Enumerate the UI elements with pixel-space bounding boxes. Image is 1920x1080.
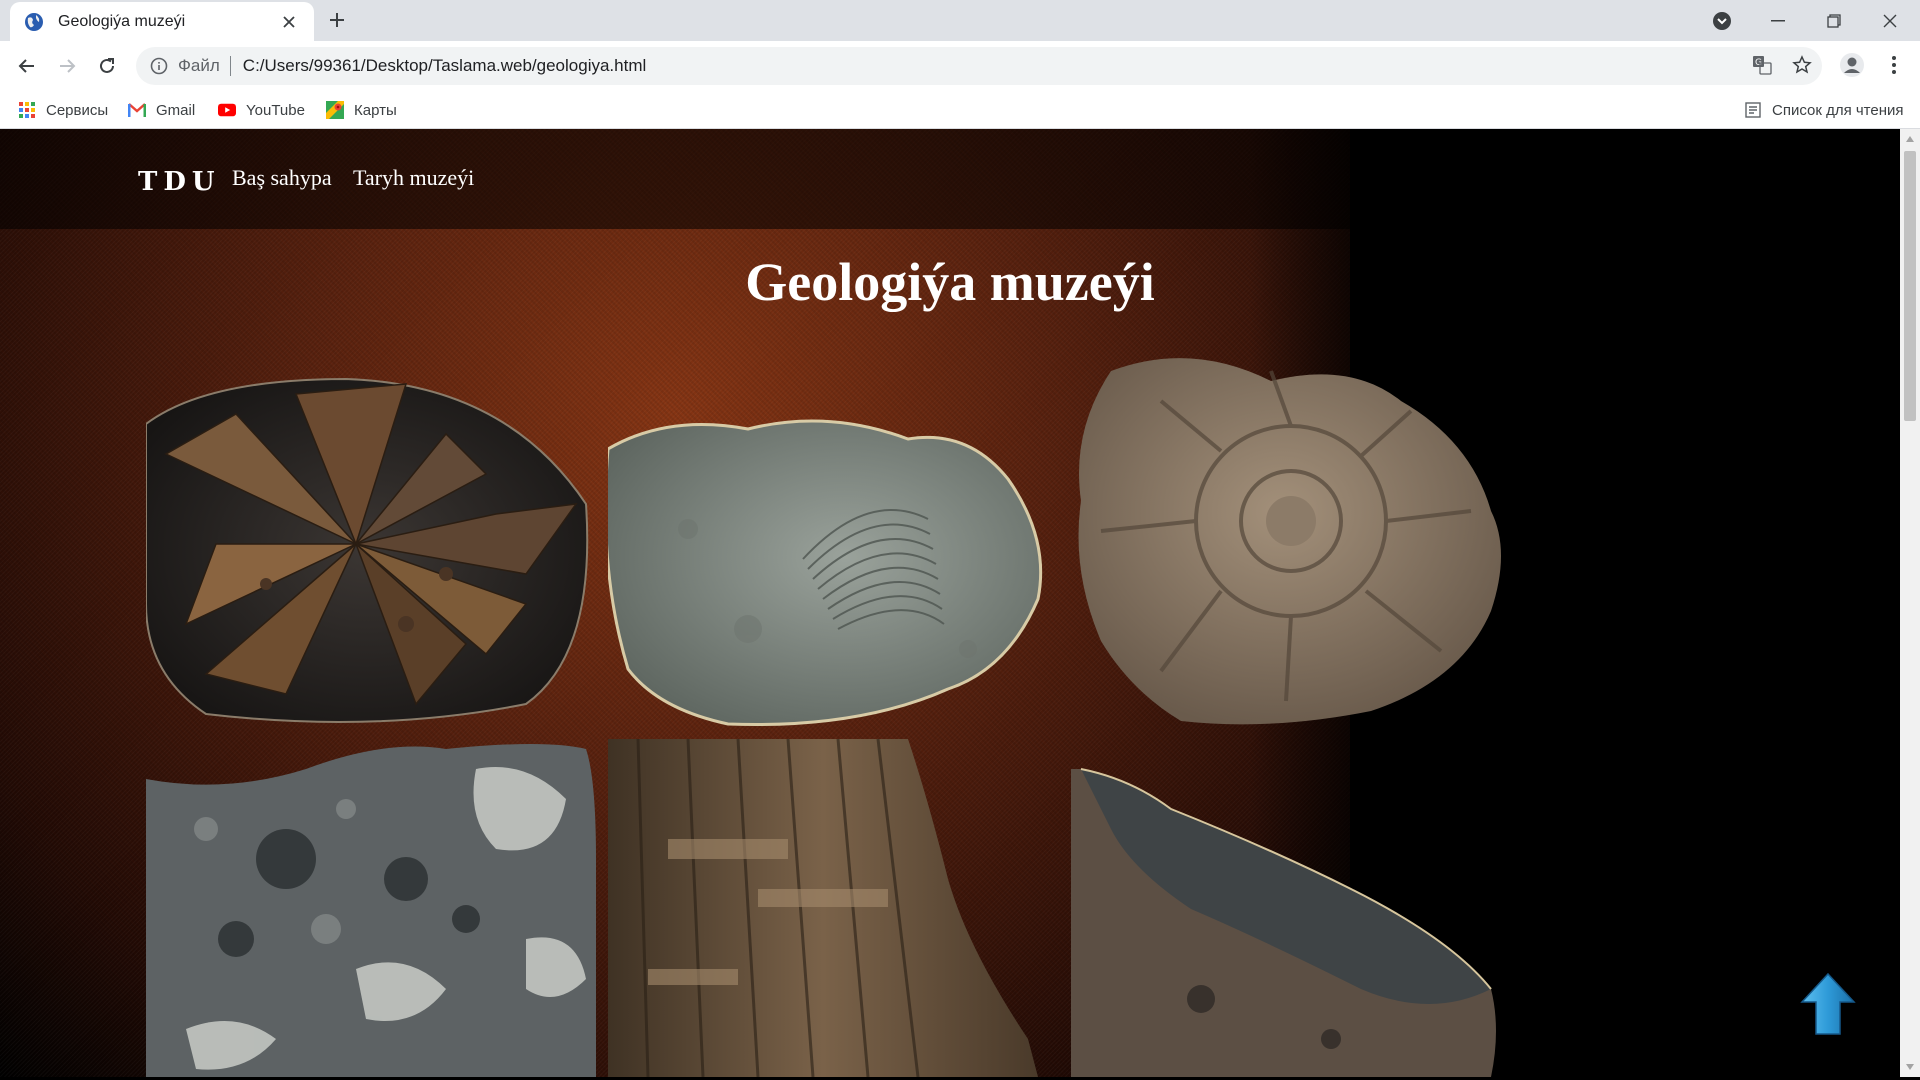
bookmark-label: Сервисы — [46, 101, 109, 119]
tab-strip: Geologiýa muzeýi — [0, 0, 1920, 41]
page-scrollbar[interactable] — [1900, 129, 1920, 1077]
translate-icon[interactable]: G — [1748, 51, 1776, 79]
info-icon[interactable] — [150, 57, 168, 75]
close-window-icon[interactable] — [1862, 0, 1918, 41]
menu-kebab-icon[interactable] — [1880, 51, 1908, 79]
gmail-icon — [128, 101, 146, 119]
stone-icon — [1071, 768, 1496, 1077]
nav-link-history-museum[interactable]: Taryh muzeýi — [353, 165, 474, 191]
site-logo[interactable]: TDU — [138, 167, 221, 197]
tab-search-icon[interactable] — [1710, 9, 1734, 33]
tab-title: Geologiýa muzeýi — [58, 12, 186, 30]
reload-icon[interactable] — [92, 51, 122, 81]
bookmark-label: Gmail — [156, 101, 196, 119]
scroll-up-arrow-icon[interactable] — [1900, 131, 1920, 147]
bookmark-star-icon[interactable] — [1788, 51, 1816, 79]
bookmark-gmail[interactable]: Gmail — [128, 97, 195, 123]
back-icon[interactable] — [12, 51, 42, 81]
scroll-thumb[interactable] — [1904, 151, 1916, 421]
site-header: TDU Baş sahypa Taryh muzeýi — [0, 129, 1900, 229]
apps-grid-icon — [18, 101, 36, 119]
profile-avatar-icon[interactable] — [1838, 51, 1866, 79]
page-viewport: TDU Baş sahypa Taryh muzeýi Geologiýa mu… — [0, 129, 1900, 1077]
url-separator — [229, 56, 231, 76]
bookmark-maps[interactable]: Карты — [326, 97, 397, 123]
ammonite-icon — [1078, 358, 1501, 725]
globe-icon — [25, 12, 43, 31]
gallery-image-ammonite-imprint[interactable] — [608, 409, 1050, 729]
bookmark-services[interactable]: Сервисы — [18, 97, 108, 123]
rock-icon — [146, 744, 596, 1077]
reading-list-icon — [1744, 101, 1762, 119]
scroll-down-arrow-icon[interactable] — [1900, 1059, 1920, 1075]
youtube-icon — [218, 101, 236, 119]
back-to-top-button[interactable] — [1800, 972, 1856, 1038]
bookmark-label: Карты — [354, 101, 397, 119]
bookmark-label: YouTube — [246, 101, 305, 119]
maps-icon — [326, 101, 344, 119]
url-text[interactable]: C:/Users/99361/Desktop/Taslama.web/geolo… — [243, 56, 646, 76]
close-tab-icon[interactable] — [278, 11, 300, 33]
restore-icon[interactable] — [1806, 0, 1862, 41]
url-scheme-label: Файл — [178, 56, 220, 75]
fossil-imprint-icon — [608, 419, 1043, 727]
browser-toolbar: Файл C:/Users/99361/Desktop/Taslama.web/… — [0, 41, 1920, 91]
nav-link-home[interactable]: Baş sahypa — [232, 165, 332, 191]
wood-icon — [608, 739, 1038, 1077]
fossil-teeth-icon — [146, 377, 589, 723]
browser-tab[interactable]: Geologiýa muzeýi — [10, 2, 314, 41]
page-title: Geologiýa muzeýi — [745, 252, 1155, 312]
gallery-image-shark-teeth[interactable] — [146, 374, 596, 729]
gallery-image-petrified-wood[interactable] — [608, 739, 1050, 1077]
bookmark-youtube[interactable]: YouTube — [218, 97, 305, 123]
forward-icon[interactable] — [52, 51, 82, 81]
reading-list[interactable]: Список для чтения — [1744, 97, 1904, 123]
address-bar[interactable]: Файл C:/Users/99361/Desktop/Taslama.web/… — [136, 47, 1822, 85]
gallery-image-dark-stone[interactable] — [1071, 739, 1501, 1077]
gallery-image-granite-rock[interactable] — [146, 739, 596, 1077]
minimize-icon[interactable] — [1750, 0, 1806, 41]
bookmarks-bar: Сервисы Gmail YouTube Карты Список для ч… — [0, 91, 1920, 129]
reading-list-label: Список для чтения — [1772, 101, 1904, 119]
arrow-up-icon — [1800, 972, 1856, 1035]
gallery-image-ammonite[interactable] — [1071, 351, 1511, 729]
new-tab-icon[interactable] — [325, 8, 349, 32]
